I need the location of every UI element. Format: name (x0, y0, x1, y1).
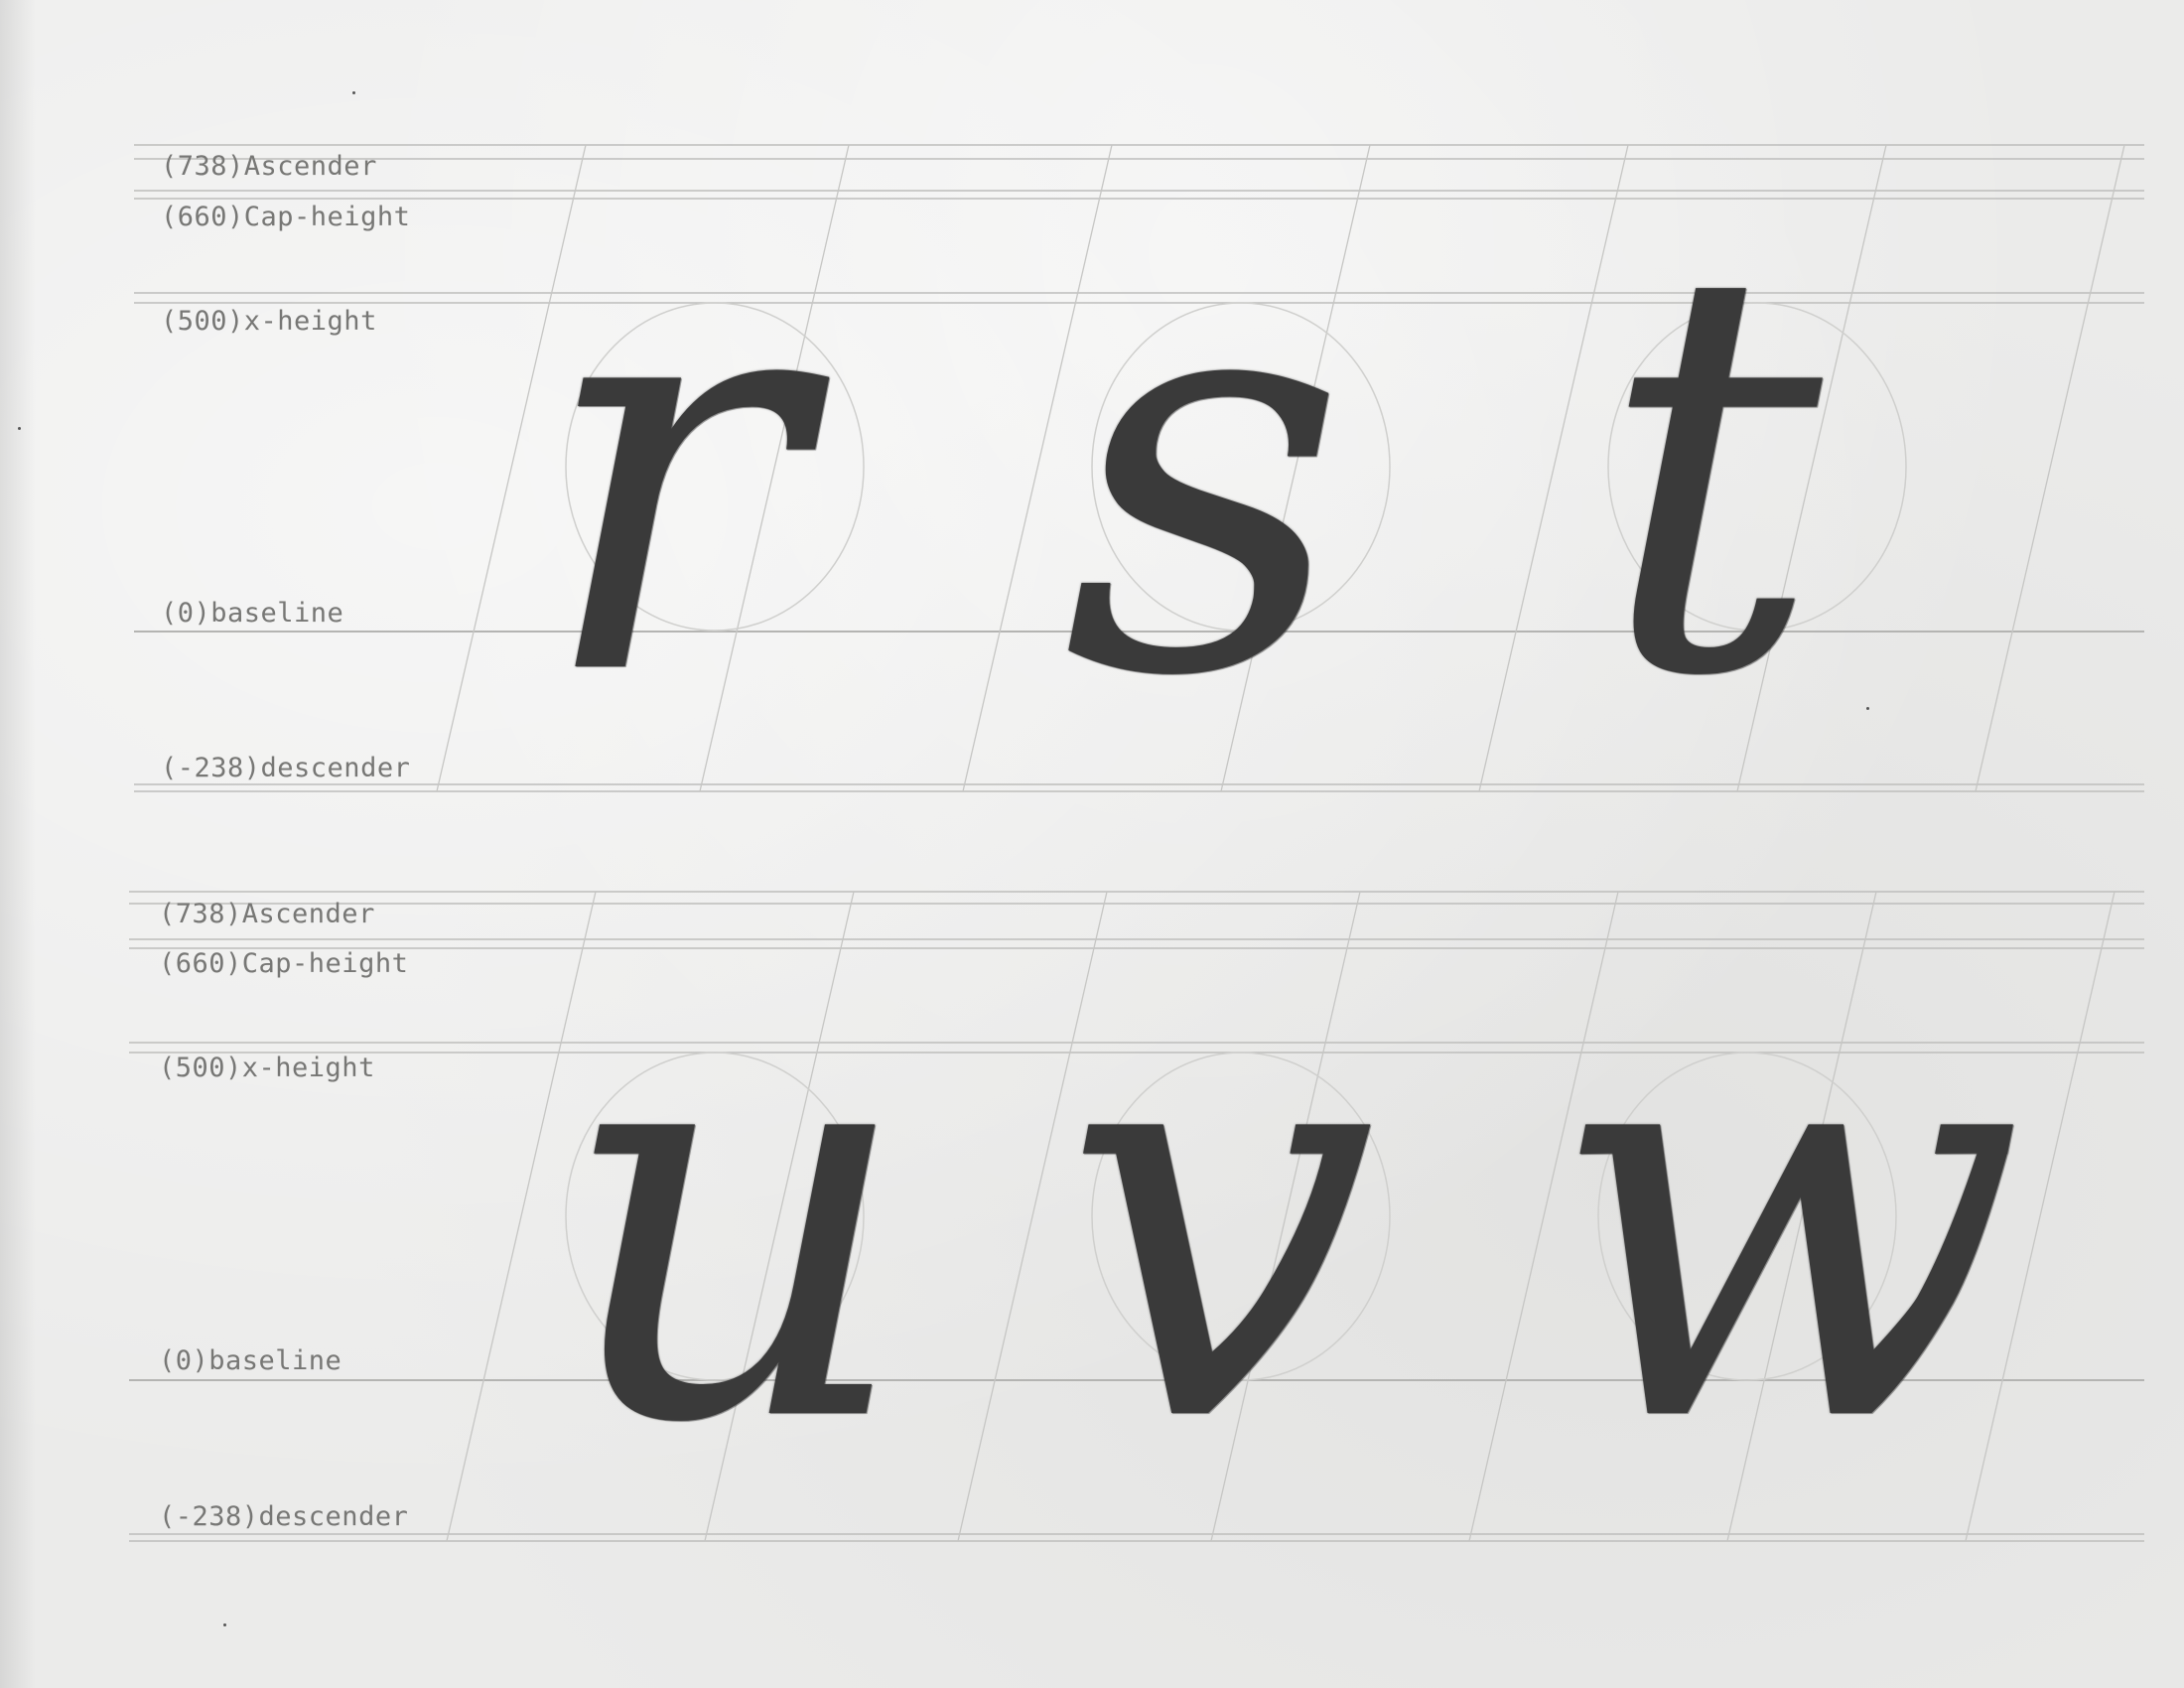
glyph-t: t (1598, 151, 1823, 798)
bottom-x-height-label: (500)x-height (159, 1053, 375, 1083)
sketch-sheet: (738)Ascender (660)Cap-height (500)x-hei… (0, 0, 2184, 1688)
top-x-height-label: (500)x-height (161, 306, 377, 337)
graphite-speck (1866, 707, 1869, 710)
graphite-speck (18, 427, 21, 430)
bottom-cap-height-label: (660)Cap-height (159, 948, 409, 979)
top-ascender-label: (738)Ascender (161, 151, 377, 182)
glyph-v: v (1062, 898, 1377, 1545)
graphite-speck (223, 1623, 226, 1626)
graphite-speck (352, 91, 355, 94)
bottom-ascender-label: (738)Ascender (159, 899, 375, 929)
top-baseline-label: (0)baseline (161, 598, 344, 629)
glyph-r: r (536, 151, 802, 798)
top-cap-height-label: (660)Cap-height (161, 202, 411, 232)
slant-line (1975, 144, 2125, 792)
top-descender-label: (-238)descender (161, 753, 411, 783)
glyph-u: u (556, 898, 914, 1545)
bottom-descender-label: (-238)descender (159, 1501, 409, 1532)
glyph-w: w (1549, 898, 2025, 1545)
bottom-baseline-label: (0)baseline (159, 1345, 342, 1376)
glyph-s: s (1062, 151, 1348, 798)
